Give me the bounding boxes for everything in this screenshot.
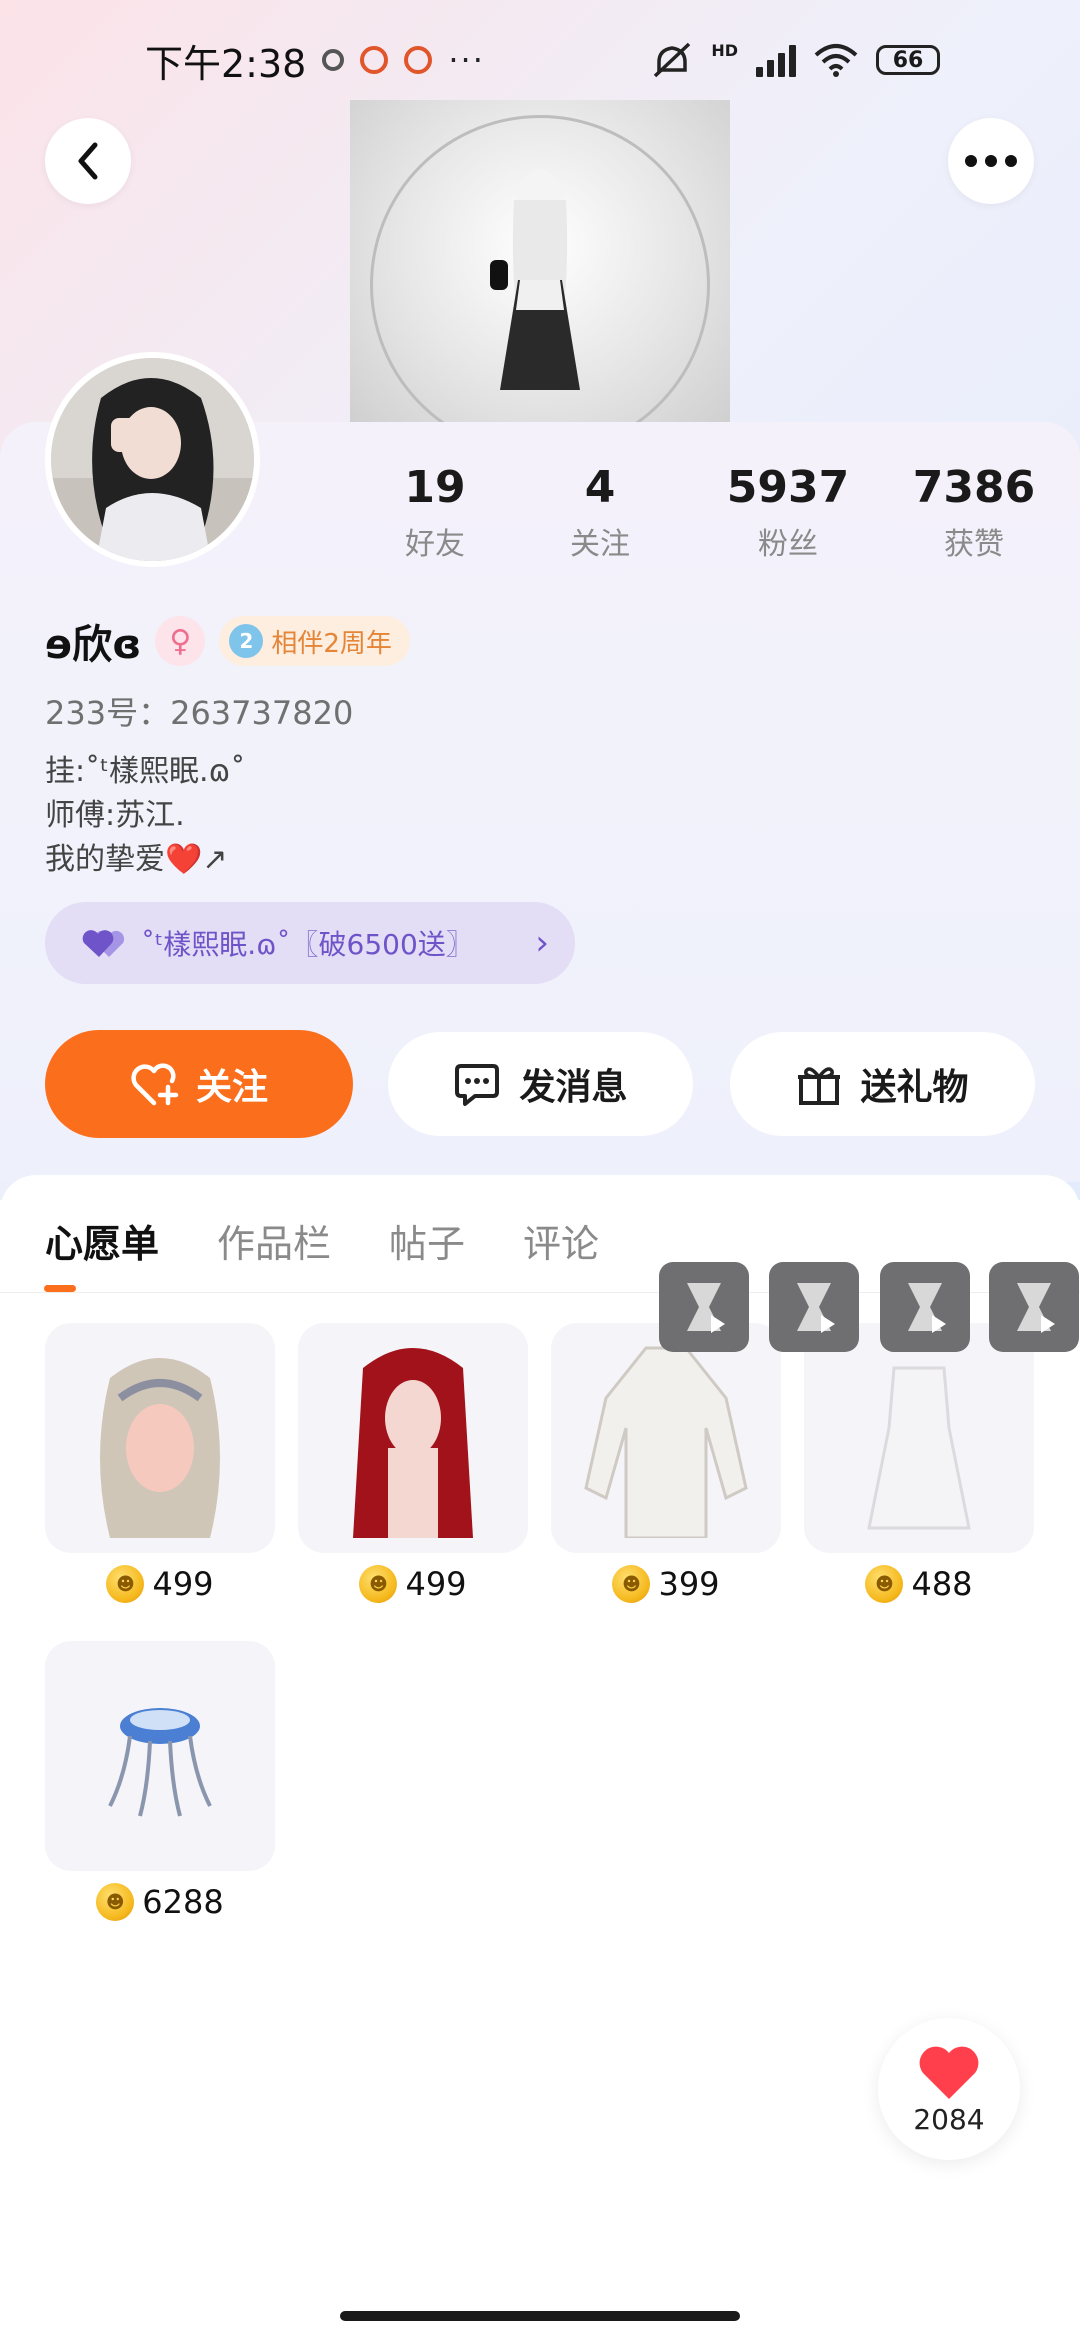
follow-label: 关注 [195,1067,268,1108]
hair-red-image [353,1348,473,1538]
coin-icon: ☻ [359,1565,398,1603]
stat-value: 4 [584,462,616,513]
like-button[interactable]: 2084 [878,2018,1020,2160]
tab-comments[interactable]: 评论 [523,1213,599,1268]
item-price: 488 [911,1565,973,1603]
back-button[interactable] [45,118,131,204]
video-thumbnail-icon[interactable] [880,1262,970,1352]
item-thumbnail [298,1323,528,1553]
notification-icon [360,46,389,74]
item-thumbnail [45,1641,275,1871]
coin-icon: ☻ [612,1565,651,1603]
item-price: 499 [405,1565,467,1603]
double-heart-icon [82,930,125,957]
message-button[interactable]: 发消息 [388,1032,693,1136]
video-thumbnail-icon[interactable] [989,1262,1079,1352]
bio-line: 师傅:苏江. [45,798,185,833]
tab-posts[interactable]: 帖子 [389,1213,465,1268]
stat-label: 关注 [570,527,630,562]
stat-value: 7386 [912,462,1036,513]
sweater-dress-image [584,1346,748,1538]
stat-following[interactable]: 4 关注 [520,462,680,563]
like-count: 2084 [913,2102,985,2136]
wishlist-item[interactable]: ☻ 499 [45,1323,275,1603]
chat-bubble-icon [455,1064,500,1106]
item-thumbnail [804,1323,1034,1553]
tab-bar: 心愿单 作品栏 帖子 评论 [45,1213,599,1268]
gift-button[interactable]: 送礼物 [730,1032,1035,1136]
mute-icon [654,42,691,78]
user-id: 233号：263737820 [45,694,354,732]
item-price: 6288 [142,1883,224,1921]
cover-image [350,100,730,425]
stat-friends[interactable]: 19 好友 [355,462,515,563]
video-thumbnail-icon[interactable] [659,1262,749,1352]
status-time: 下午2:38 [145,41,307,86]
mini-dress-image [867,1366,971,1530]
anniversary-label: 相伴2周年 [271,628,392,659]
wishlist-item[interactable]: ☻ 6288 [45,1641,275,1921]
anniversary-badge[interactable]: 2 相伴2周年 [219,616,410,666]
heart-icon [919,2046,979,2099]
battery-icon: 66 [876,45,940,75]
chevron-right-icon: › [535,923,549,963]
bio: 挂:˚ᵗ樣熙眠.ɷ˚ 师傅:苏江. 我的挚爱❤️↗ [45,750,245,882]
follow-button[interactable]: 关注 [45,1030,353,1138]
female-icon: ♀ [155,616,206,666]
jellyfish-accessory-image [108,1708,212,1817]
coin-icon: ☻ [106,1565,145,1603]
wishlist-item[interactable]: ☻ 399 [551,1323,781,1603]
stat-likes[interactable]: 7386 获赞 [894,462,1054,563]
more-notifications-icon: ··· [448,41,485,79]
stat-fans[interactable]: 5937 粉丝 [708,462,868,563]
notification-icon [404,46,433,74]
cover-character-illustration [490,170,580,390]
gift-icon [798,1067,841,1105]
stat-label: 好友 [405,527,465,562]
video-thumbnail-icon[interactable] [769,1262,859,1352]
hd-icon: HD [711,40,738,60]
tab-indicator [44,1285,76,1292]
avatar-image [51,358,254,561]
wifi-icon [814,44,858,77]
coin-icon: ☻ [865,1565,904,1603]
fan-group-pill[interactable]: ˚ᵗ樣熙眠.ɷ˚〖破6500送〗 › [45,902,575,984]
item-thumbnail [551,1323,781,1553]
more-button[interactable] [948,118,1034,204]
coin-icon: ☻ [96,1883,135,1921]
signal-icon [756,43,796,77]
hair-silver-image [100,1358,220,1538]
action-row: 关注 发消息 送礼物 [45,1030,1035,1138]
avatar[interactable] [45,352,260,567]
stat-value: 5937 [726,462,850,513]
stat-label: 粉丝 [758,527,818,562]
anniversary-icon: 2 [229,624,264,658]
bio-line: 挂:˚ᵗ樣熙眠.ɷ˚ [45,754,246,789]
stat-label: 获赞 [944,527,1004,562]
tab-wishlist[interactable]: 心愿单 [45,1213,159,1268]
heart-plus-icon [131,1063,179,1106]
home-indicator[interactable] [340,2311,740,2321]
name-row: ɘ欣ɞ ♀ 2 相伴2周年 [45,612,410,670]
chevron-left-icon [78,142,98,180]
notification-icon [322,49,345,71]
stat-value: 19 [404,462,466,513]
item-thumbnail [45,1323,275,1553]
item-price: 499 [152,1565,214,1603]
bio-line: 我的挚爱❤️↗ [45,842,228,877]
username: ɘ欣ɞ [45,622,142,668]
wishlist-item[interactable]: ☻ 499 [298,1323,528,1603]
more-dots-icon [965,155,1017,167]
wishlist-item[interactable]: ☻ 488 [804,1323,1034,1603]
fan-group-label: ˚ᵗ樣熙眠.ɷ˚〖破6500送〗 [141,928,474,961]
tab-works[interactable]: 作品栏 [217,1213,331,1268]
message-label: 发消息 [519,1067,628,1108]
item-price: 399 [658,1565,720,1603]
gift-label: 送礼物 [860,1067,969,1108]
